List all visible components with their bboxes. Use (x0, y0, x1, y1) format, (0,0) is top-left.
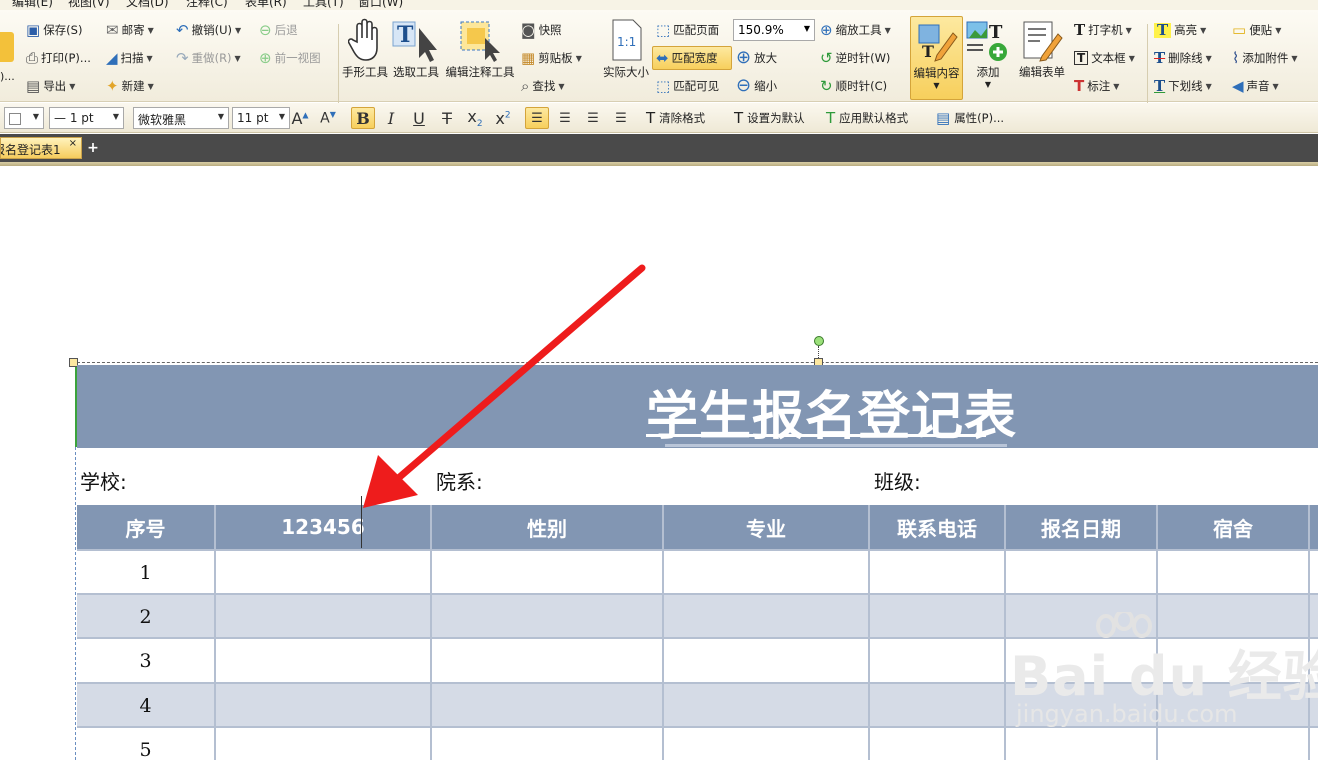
red-arrow-annotation (363, 264, 646, 508)
pdf-editor-window: 编辑(E) 视图(V) 文档(D) 注释(C) 表单(R) 工具(T) 窗口(W… (0, 0, 1318, 760)
